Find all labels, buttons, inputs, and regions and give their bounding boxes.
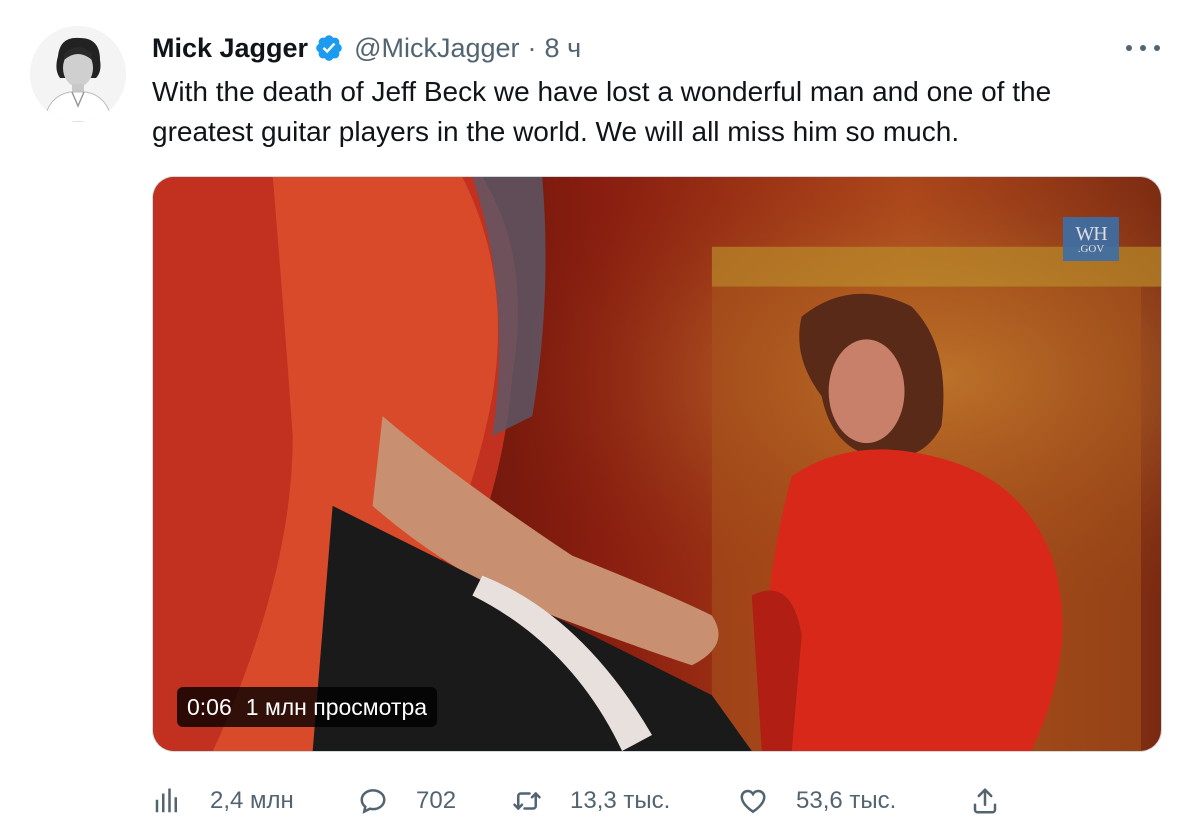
video-player[interactable]: WH .GOV 0:06 1 млн просмотра (152, 176, 1162, 752)
video-view-count: 1 млн просмотра (245, 693, 428, 720)
tweet-timestamp[interactable]: 8 ч (545, 33, 582, 64)
retweet-icon (513, 792, 541, 810)
share-icon (973, 788, 997, 814)
like-button[interactable]: 53,6 тыс. (738, 780, 896, 822)
views-button[interactable]: 2,4 млн (152, 780, 294, 822)
retweet-count: 13,3 тыс. (570, 787, 671, 814)
author-handle[interactable]: @MickJagger (354, 33, 519, 64)
retweet-button[interactable]: 13,3 тыс. (512, 780, 670, 822)
reply-icon (360, 789, 386, 814)
author-avatar[interactable] (30, 26, 126, 122)
more-options-icon[interactable] (1126, 40, 1160, 56)
whitehouse-watermark: WH .GOV (1063, 217, 1119, 261)
watermark-line2: .GOV (1077, 242, 1105, 255)
views-count: 2,4 млн (210, 787, 294, 814)
views-icon (155, 788, 177, 813)
video-frame (153, 177, 1161, 751)
tweet-actions: 2,4 млн 702 13,3 тыс. 53,6 тыс. (152, 780, 1162, 822)
like-count: 53,6 тыс. (796, 787, 897, 814)
watermark-line1: WH (1075, 222, 1107, 245)
video-duration: 0:06 (187, 693, 232, 720)
like-icon (740, 789, 766, 814)
reply-button[interactable]: 702 (358, 780, 456, 822)
verified-badge-icon (316, 35, 342, 61)
author-name[interactable]: Mick Jagger (152, 33, 308, 64)
meta-separator: · (527, 32, 537, 63)
tweet-text: With the death of Jeff Beck we have lost… (152, 76, 1052, 147)
share-button[interactable] (970, 780, 1000, 822)
reply-count: 702 (416, 787, 457, 814)
video-info-badge: 0:06 1 млн просмотра (177, 687, 438, 727)
tweet-header: Mick Jagger @MickJagger · 8 ч (152, 28, 581, 68)
